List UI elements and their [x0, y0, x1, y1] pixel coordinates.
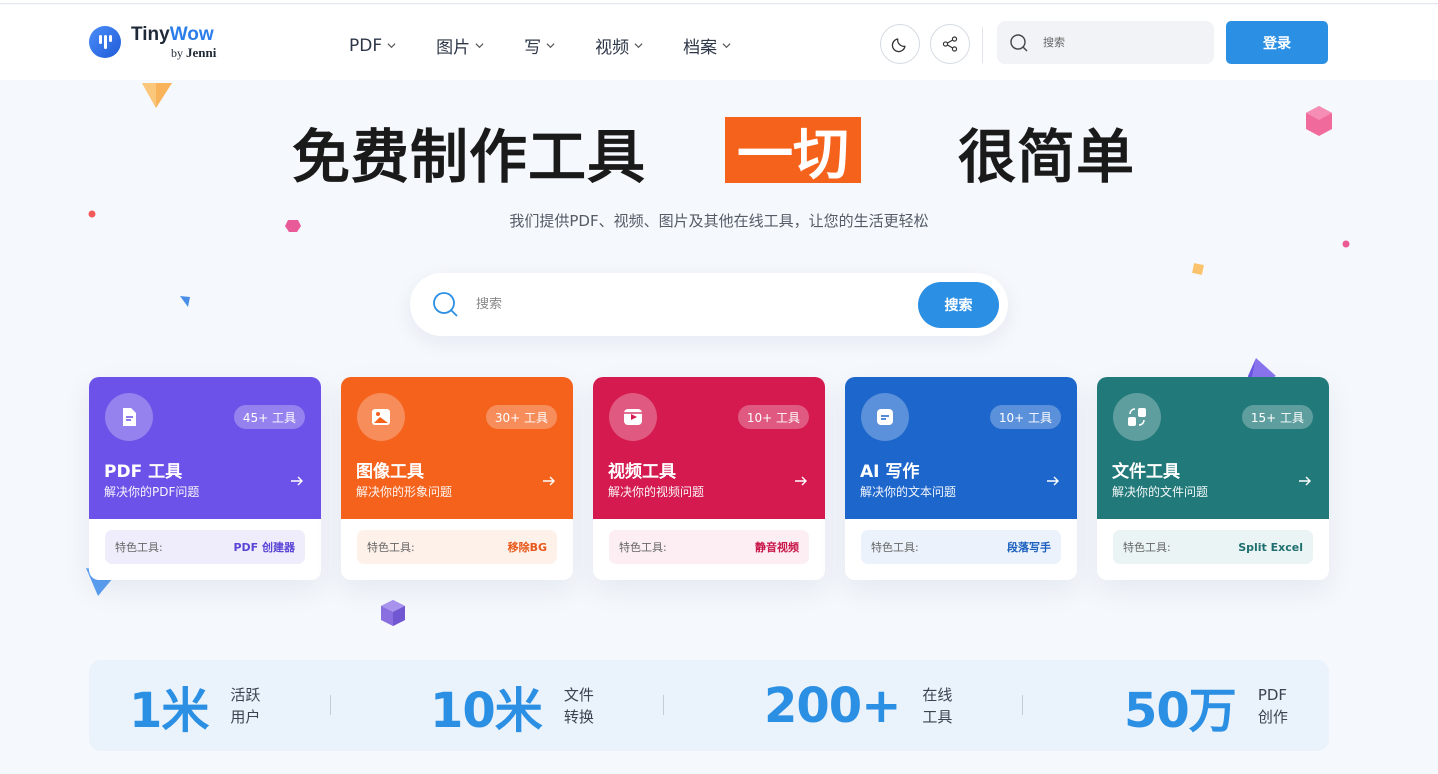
- main-search-input[interactable]: [476, 297, 876, 312]
- stat-divider: [330, 695, 331, 715]
- card-description: 解决你的文本问题: [860, 485, 957, 499]
- card-title: AI 写作: [860, 462, 920, 482]
- stat-online-tools: 200+ 在线工具: [764, 660, 956, 751]
- logo-mark-icon: [89, 26, 121, 58]
- share-button[interactable]: [930, 24, 970, 64]
- decor-square-orange: [1192, 263, 1204, 275]
- search-icon: [1010, 33, 1028, 51]
- card-title: PDF 工具: [104, 462, 183, 482]
- logo-byline: by Jenni: [171, 45, 217, 60]
- stat-divider: [1022, 695, 1023, 715]
- stat-label: 文件转换: [563, 685, 594, 726]
- login-button[interactable]: 登录: [1226, 21, 1328, 64]
- arrow-right-icon: [543, 476, 555, 486]
- chevron-down-icon: [722, 43, 731, 49]
- logo[interactable]: TinyWow by Jenni: [89, 25, 216, 59]
- writing-icon: [861, 393, 909, 441]
- category-card-ai-writing[interactable]: 10+ 工具 AI 写作 解决你的文本问题 特色工具: 段落写手: [845, 377, 1077, 580]
- card-title: 文件工具: [1112, 462, 1180, 482]
- header: TinyWow by Jenni PDF 图片 写 视频 档案 登录: [0, 5, 1438, 80]
- stats-bar: 1米 活跃用户 10米 文件转换 200+ 在线工具 50万 PDF创作: [89, 660, 1329, 751]
- header-divider: [982, 27, 983, 63]
- stat-active-users: 1米 活跃用户: [129, 660, 264, 751]
- header-search[interactable]: [997, 21, 1214, 64]
- stat-label: PDF创作: [1257, 685, 1288, 726]
- chevron-down-icon: [475, 43, 484, 49]
- category-card-image[interactable]: 30+ 工具 图像工具 解决你的形象问题 特色工具: 移除BG: [341, 377, 573, 580]
- featured-tool-pdf[interactable]: 特色工具: PDF 创建器: [105, 530, 305, 564]
- category-card-files[interactable]: 15+ 工具 文件工具 解决你的文件问题 特色工具: Split Excel: [1097, 377, 1329, 580]
- hero-title-highlight: 一切: [725, 117, 861, 188]
- hero-subtitle: 我们提供PDF、视频、图片及其他在线工具，让您的生活更轻松: [509, 212, 929, 230]
- card-title: 图像工具: [356, 462, 424, 482]
- stat-value: 200+: [764, 677, 901, 734]
- share-icon: [942, 36, 958, 52]
- featured-tool-video[interactable]: 特色工具: 静音视频: [609, 530, 809, 564]
- file-convert-icon: [1113, 393, 1161, 441]
- search-icon: [433, 291, 458, 317]
- tool-count-badge: 15+ 工具: [1241, 405, 1313, 429]
- image-icon: [357, 393, 405, 441]
- tool-count-badge: 30+ 工具: [485, 405, 557, 429]
- video-icon: [609, 393, 657, 441]
- moon-icon: [891, 38, 906, 53]
- chevron-down-icon: [546, 43, 555, 49]
- stat-label: 活跃用户: [230, 685, 261, 726]
- nav-item-write[interactable]: 写: [524, 33, 555, 58]
- chevron-down-icon: [387, 43, 396, 49]
- top-border: [0, 0, 1438, 4]
- arrow-right-icon: [1299, 476, 1311, 486]
- stat-pdf-created: 50万 PDF创作: [1124, 660, 1292, 751]
- dark-mode-button[interactable]: [880, 24, 920, 64]
- chevron-down-icon: [634, 43, 643, 49]
- arrow-right-icon: [795, 476, 807, 486]
- decor-cube-purple: [381, 600, 405, 626]
- stat-file-conversions: 10米 文件转换: [430, 660, 598, 751]
- card-description: 解决你的文件问题: [1112, 485, 1209, 499]
- card-description: 解决你的PDF问题: [104, 485, 200, 499]
- decor-dot-pink: [1342, 240, 1350, 248]
- main-nav: PDF 图片 写 视频 档案: [349, 33, 731, 58]
- tool-count-badge: 10+ 工具: [737, 405, 809, 429]
- header-search-input[interactable]: [1043, 36, 1193, 49]
- tool-count-badge: 45+ 工具: [233, 405, 305, 429]
- nav-item-files[interactable]: 档案: [683, 33, 731, 58]
- nav-item-video[interactable]: 视频: [595, 33, 643, 58]
- category-card-video[interactable]: 10+ 工具 视频工具 解决你的视频问题 特色工具: 静音视频: [593, 377, 825, 580]
- card-description: 解决你的视频问题: [608, 485, 705, 499]
- pdf-file-icon: [105, 393, 153, 441]
- stat-divider: [663, 695, 664, 715]
- featured-tool-writing[interactable]: 特色工具: 段落写手: [861, 530, 1061, 564]
- stat-value: 1米: [129, 682, 209, 739]
- stat-value: 10米: [430, 682, 543, 739]
- decor-triangle-orange: [142, 83, 172, 108]
- arrow-right-icon: [1047, 476, 1059, 486]
- nav-item-images[interactable]: 图片: [436, 33, 484, 58]
- decor-triangle-blue-small: [180, 296, 190, 307]
- card-title: 视频工具: [608, 462, 676, 482]
- hero-title-part1: 免费制作工具: [292, 123, 647, 191]
- arrow-right-icon: [291, 476, 303, 486]
- category-card-pdf[interactable]: 45+ 工具 PDF 工具 解决你的PDF问题 特色工具: PDF 创建器: [89, 377, 321, 580]
- card-description: 解决你的形象问题: [356, 485, 453, 499]
- tool-count-badge: 10+ 工具: [989, 405, 1061, 429]
- logo-name: TinyWow: [131, 24, 214, 45]
- featured-tool-files[interactable]: 特色工具: Split Excel: [1113, 530, 1313, 564]
- stat-label: 在线工具: [922, 685, 953, 726]
- main-search-bar[interactable]: 搜索: [410, 273, 1008, 336]
- stat-value: 50万: [1124, 682, 1237, 739]
- hero-title: 免费制作工具 一切 很简单: [0, 110, 1438, 191]
- nav-item-pdf[interactable]: PDF: [349, 33, 396, 58]
- hero-title-part3: 很简单: [958, 123, 1136, 191]
- main-search-button[interactable]: 搜索: [918, 282, 999, 328]
- featured-tool-image[interactable]: 特色工具: 移除BG: [357, 530, 557, 564]
